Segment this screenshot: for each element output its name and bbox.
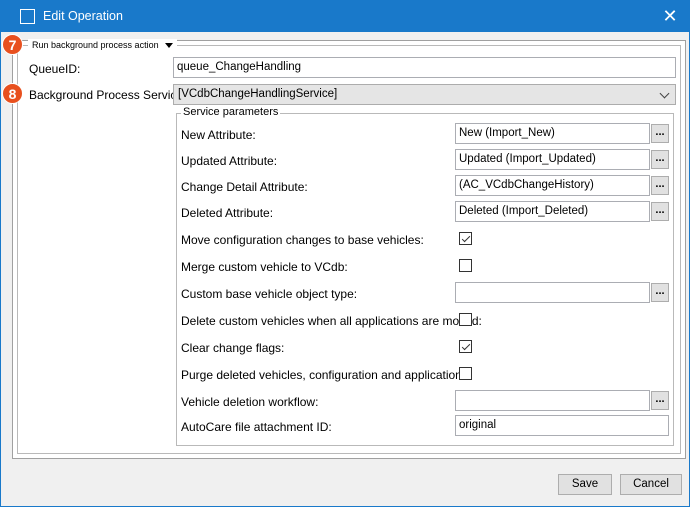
window-icon xyxy=(20,9,35,24)
close-icon[interactable]: ✕ xyxy=(655,3,685,30)
deletion-workflow-label: Vehicle deletion workflow: xyxy=(181,395,319,409)
change-detail-attribute-input[interactable]: (AC_VCdbChangeHistory) xyxy=(455,175,650,196)
clear-flags-checkbox[interactable] xyxy=(459,340,472,353)
queue-id-label: QueueID: xyxy=(29,62,81,76)
save-button[interactable]: Save xyxy=(558,474,612,495)
window-title: Edit Operation xyxy=(43,9,123,23)
updated-attribute-input[interactable]: Updated (Import_Updated) xyxy=(455,149,650,170)
delete-custom-label: Delete custom vehicles when all applicat… xyxy=(181,314,482,328)
new-attribute-browse-button[interactable]: ... xyxy=(651,124,669,143)
service-parameters-title: Service parameters xyxy=(181,106,281,119)
merge-custom-checkbox[interactable] xyxy=(459,259,472,272)
step-badge-7: 7 xyxy=(2,34,23,55)
updated-attribute-label: Updated Attribute: xyxy=(181,154,278,168)
autocare-attachment-input[interactable]: original xyxy=(455,415,669,436)
purge-deleted-checkbox[interactable] xyxy=(459,367,472,380)
deletion-workflow-input[interactable] xyxy=(455,390,650,411)
change-detail-attribute-label: Change Detail Attribute: xyxy=(181,180,308,194)
caret-down-icon xyxy=(164,43,173,49)
background-service-select[interactable]: [VCdbChangeHandlingService] xyxy=(173,84,676,105)
custom-base-type-browse-button[interactable]: ... xyxy=(651,283,669,302)
move-config-label: Move configuration changes to base vehic… xyxy=(181,233,424,247)
clear-flags-label: Clear change flags: xyxy=(181,341,285,355)
checkmark-icon xyxy=(461,341,470,350)
chevron-down-icon xyxy=(659,88,670,99)
group-title: Run background process action xyxy=(32,40,159,50)
updated-attribute-browse-button[interactable]: ... xyxy=(651,150,669,169)
custom-base-type-input[interactable] xyxy=(455,282,650,303)
deleted-attribute-browse-button[interactable]: ... xyxy=(651,202,669,221)
background-service-label: Background Process Service: xyxy=(29,88,187,102)
new-attribute-label: New Attribute: xyxy=(181,128,256,142)
custom-base-type-label: Custom base vehicle object type: xyxy=(181,287,358,301)
step-badge-8: 8 xyxy=(2,83,23,104)
cancel-button[interactable]: Cancel xyxy=(620,474,682,495)
checkmark-icon xyxy=(461,233,470,242)
new-attribute-input[interactable]: New (Import_New) xyxy=(455,123,650,144)
title-bar: Edit Operation ✕ xyxy=(1,1,689,32)
autocare-attachment-label: AutoCare file attachment ID: xyxy=(181,420,332,434)
merge-custom-label: Merge custom vehicle to VCdb: xyxy=(181,260,348,274)
move-config-checkbox[interactable] xyxy=(459,232,472,245)
deleted-attribute-label: Deleted Attribute: xyxy=(181,206,274,220)
queue-id-input[interactable]: queue_ChangeHandling xyxy=(173,57,676,78)
purge-deleted-label: Purge deleted vehicles, configuration an… xyxy=(181,368,472,382)
change-detail-attribute-browse-button[interactable]: ... xyxy=(651,176,669,195)
delete-custom-checkbox[interactable] xyxy=(459,313,472,326)
background-service-value: [VCdbChangeHandlingService] xyxy=(178,88,338,100)
deleted-attribute-input[interactable]: Deleted (Import_Deleted) xyxy=(455,201,650,222)
deletion-workflow-browse-button[interactable]: ... xyxy=(651,391,669,410)
group-header-toggle[interactable]: Run background process action xyxy=(28,39,177,51)
